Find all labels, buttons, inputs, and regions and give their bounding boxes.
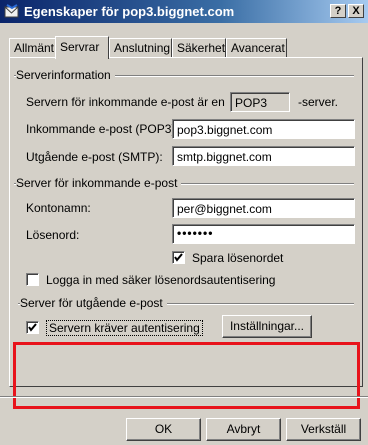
secure-auth-checkbox[interactable]: [26, 273, 39, 286]
tab-anslutning[interactable]: Anslutning: [109, 38, 172, 58]
window-title: Egenskaper för pop3.biggnet.com: [24, 4, 235, 19]
outgoing-server-label: Utgående e-post (SMTP):: [26, 150, 163, 164]
remember-password-checkbox[interactable]: [172, 251, 185, 264]
server-info-heading: Serverinformation: [16, 68, 115, 82]
password-label: Lösenord:: [26, 228, 80, 242]
tab-sakerhet[interactable]: Säkerhet: [172, 38, 226, 58]
checkmark-icon: [28, 323, 37, 332]
outgoing-server-input[interactable]: smtp.biggnet.com: [172, 146, 355, 166]
tab-allmant[interactable]: Allmänt: [9, 38, 56, 58]
settings-button[interactable]: Inställningar...: [222, 315, 312, 338]
incoming-group-heading: Server för inkommande e-post: [16, 176, 182, 190]
incoming-server-input[interactable]: pop3.biggnet.com: [172, 119, 355, 139]
password-input[interactable]: •••••••: [172, 224, 355, 244]
requires-auth-checkbox[interactable]: [26, 321, 39, 334]
remember-password-label[interactable]: Spara lösenordet: [192, 251, 283, 265]
server-type-prefix: Servern för inkommande e-post är en: [26, 95, 225, 109]
incoming-server-label: Inkommande e-post (POP3):: [26, 122, 179, 136]
tab-servrar[interactable]: Servrar: [55, 36, 109, 59]
help-button[interactable]: ?: [330, 4, 346, 18]
checkmark-icon: [174, 253, 183, 262]
apply-button[interactable]: Verkställ: [286, 418, 361, 441]
server-type-suffix: -server.: [298, 95, 339, 109]
title-bar: Egenskaper för pop3.biggnet.com ? X: [0, 0, 368, 23]
footer-divider: [0, 396, 368, 398]
account-name-label: Kontonamn:: [26, 201, 91, 215]
highlight-box: [13, 342, 360, 409]
server-type-value: POP3: [230, 92, 290, 112]
outgoing-group-heading: Server för utgående e-post: [20, 296, 167, 310]
outlook-express-icon: [4, 4, 20, 19]
servers-tab-panel: Serverinformation Servern för inkommande…: [9, 57, 363, 409]
requires-auth-label[interactable]: Servern kräver autentisering: [46, 320, 203, 336]
tab-avancerat[interactable]: Avancerat: [226, 38, 287, 58]
account-name-input[interactable]: per@biggnet.com: [172, 198, 355, 218]
cancel-button[interactable]: Avbryt: [206, 418, 281, 441]
secure-auth-label[interactable]: Logga in med säker lösenordsautentiserin…: [46, 273, 275, 287]
close-button[interactable]: X: [348, 4, 364, 18]
ok-button[interactable]: OK: [126, 418, 201, 441]
